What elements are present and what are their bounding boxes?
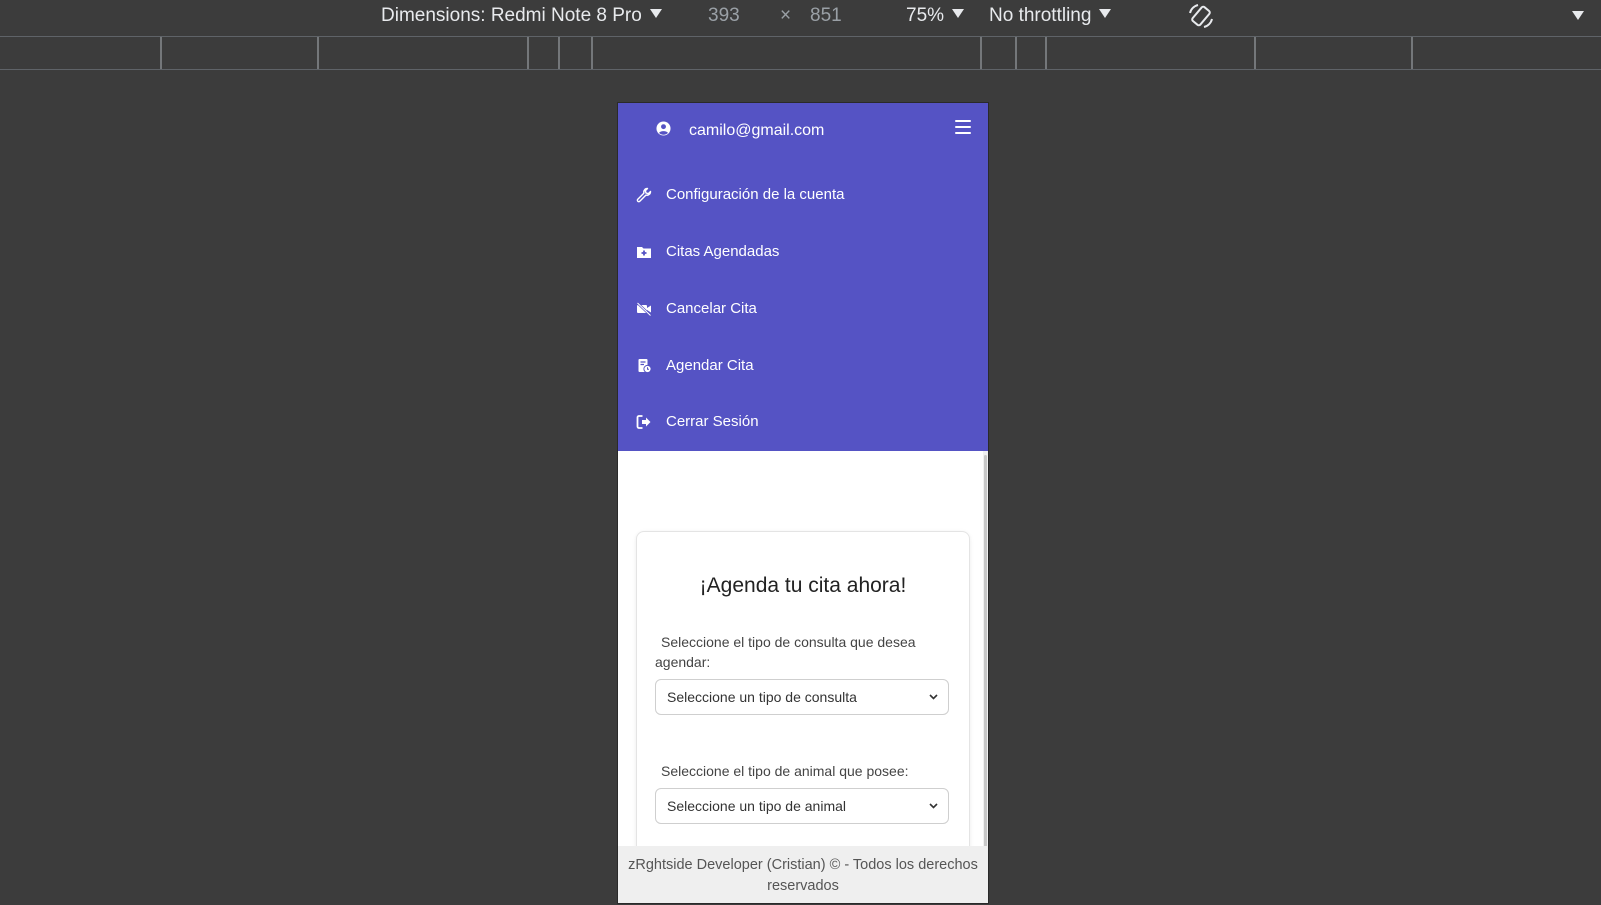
user-header: camilo@gmail.com xyxy=(618,103,988,159)
animal-type-selected: Seleccione un tipo de animal xyxy=(667,798,847,814)
menu-item-cancel-appointment[interactable]: Cancelar Cita xyxy=(618,289,988,329)
menu-item-book-appointment[interactable]: Agendar Cita xyxy=(618,346,988,386)
consulta-type-selected: Seleccione un tipo de consulta xyxy=(667,689,857,705)
hamburger-icon-line xyxy=(955,126,971,128)
ruler-tick[interactable] xyxy=(591,37,593,69)
throttling-dropdown[interactable]: No throttling xyxy=(989,5,1112,27)
ruler-tick[interactable] xyxy=(527,37,529,69)
ruler-tick[interactable] xyxy=(1045,37,1047,69)
ruler-tick[interactable] xyxy=(160,37,162,69)
throttling-label: No throttling xyxy=(989,5,1092,26)
ruler-tick[interactable] xyxy=(980,37,982,69)
chevron-down-icon xyxy=(1099,9,1112,18)
chevron-down-icon xyxy=(952,9,965,18)
menu-item-account-settings[interactable]: Configuración de la cuenta xyxy=(618,175,988,215)
animal-type-select[interactable]: Seleccione un tipo de animal xyxy=(655,788,949,824)
menu-item-label: Cerrar Sesión xyxy=(666,413,759,430)
menu-item-logout[interactable]: Cerrar Sesión xyxy=(618,402,988,442)
folder-plus-icon xyxy=(637,247,651,258)
dimension-separator: × xyxy=(780,5,792,26)
file-clock-icon xyxy=(638,359,652,374)
hamburger-icon-line xyxy=(955,132,971,134)
ruler-tick[interactable] xyxy=(1411,37,1413,69)
user-circle-icon xyxy=(656,121,671,136)
consulta-type-label: Seleccione el tipo de consulta que desea… xyxy=(655,634,916,670)
sign-out-icon xyxy=(636,415,651,429)
rotate-device-icon[interactable] xyxy=(1186,1,1216,31)
menu-item-label: Cancelar Cita xyxy=(666,300,757,317)
video-slash-icon xyxy=(636,302,652,317)
zoom-dropdown[interactable]: 75% xyxy=(906,5,965,27)
side-navigation: camilo@gmail.com Configuración de la cue… xyxy=(618,103,988,451)
ruler-tick[interactable] xyxy=(317,37,319,69)
device-viewport: camilo@gmail.com Configuración de la cue… xyxy=(618,103,988,903)
menu-item-label: Configuración de la cuenta xyxy=(666,186,845,203)
scrollbar-thumb[interactable] xyxy=(984,455,987,903)
menu-item-scheduled-appointments[interactable]: Citas Agendadas xyxy=(618,232,988,272)
menu-toggle-button[interactable] xyxy=(955,120,971,134)
device-width-input[interactable]: 393 xyxy=(708,5,740,27)
form-title: ¡Agenda tu cita ahora! xyxy=(699,574,907,597)
device-height-input[interactable]: 851 xyxy=(810,5,842,27)
hamburger-icon xyxy=(955,120,971,122)
consulta-type-select[interactable]: Seleccione un tipo de consulta xyxy=(655,679,949,715)
menu-item-label: Agendar Cita xyxy=(666,357,754,374)
ruler-tick[interactable] xyxy=(1015,37,1017,69)
animal-type-label: Seleccione el tipo de animal que posee: xyxy=(661,763,909,779)
ruler-tick[interactable] xyxy=(558,37,560,69)
device-dimensions-dropdown[interactable]: Dimensions: Redmi Note 8 Pro xyxy=(381,5,662,27)
ruler-tick[interactable] xyxy=(1254,37,1256,69)
device-dimensions-label: Dimensions: Redmi Note 8 Pro xyxy=(381,5,642,26)
zoom-label: 75% xyxy=(906,5,945,26)
page-footer: zRghtside Developer (Cristian) © - Todos… xyxy=(618,846,988,903)
wrench-icon xyxy=(636,187,652,203)
chevron-down-icon xyxy=(929,803,938,809)
menu-item-label: Citas Agendadas xyxy=(666,243,780,260)
appointment-form-card: ¡Agenda tu cita ahora! Seleccione el tip… xyxy=(636,531,970,863)
user-email: camilo@gmail.com xyxy=(689,122,825,139)
media-query-ruler xyxy=(0,37,1601,70)
chevron-down-icon xyxy=(649,9,662,18)
chevron-down-icon xyxy=(929,694,938,700)
more-options-chevron-icon[interactable] xyxy=(1572,11,1584,20)
devtools-device-toolbar: Dimensions: Redmi Note 8 Pro 393 × 851 7… xyxy=(0,0,1601,37)
